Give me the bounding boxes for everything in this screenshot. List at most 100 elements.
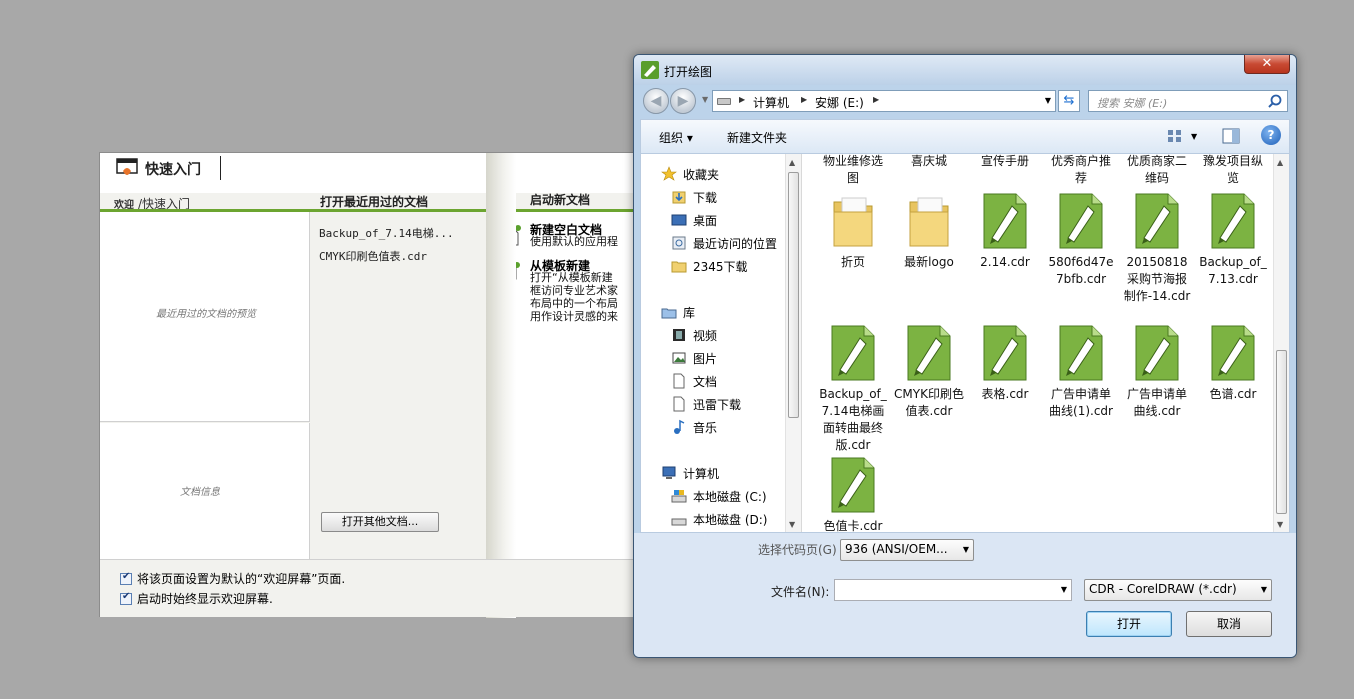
scroll-down-icon[interactable]: ▼ xyxy=(1277,520,1283,529)
close-button[interactable]: ✕ xyxy=(1244,55,1290,74)
refresh-button[interactable]: ⇆ xyxy=(1058,90,1080,112)
navigation-pane: 收藏夹 下载 桌面 最近访问的位置 2345下载 库 视频 图片 文档 迅雷下载… xyxy=(641,154,785,532)
new-document-panel: 新建空白文档 使用默认的应用程 从模板新建 打开“从模板新建 框访问专业艺术家 … xyxy=(516,212,640,559)
nav-item-pictures[interactable]: 图片 xyxy=(671,348,717,368)
breadcrumb-arrow-icon[interactable]: ▶ xyxy=(739,95,745,104)
nav-item-2345-download[interactable]: 2345下载 xyxy=(671,256,748,276)
cdr-file-icon xyxy=(1059,325,1103,381)
view-dropdown-icon[interactable]: ▼ xyxy=(1191,132,1197,141)
recent-file-item[interactable]: CMYK印刷色值表.cdr xyxy=(319,248,427,264)
scroll-up-icon[interactable]: ▲ xyxy=(1277,158,1283,167)
address-computer[interactable]: 计算机 xyxy=(753,94,789,111)
star-icon xyxy=(661,166,677,181)
nav-libraries[interactable]: 库 xyxy=(661,302,695,322)
nav-item-drive-c[interactable]: 本地磁盘 (C:) xyxy=(671,486,767,506)
always-show-label: 启动时始终显示欢迎屏幕. xyxy=(137,592,273,606)
cancel-button[interactable]: 取消 xyxy=(1186,611,1272,637)
scroll-up-icon[interactable]: ▲ xyxy=(789,158,795,167)
drive-icon xyxy=(671,518,687,526)
address-drive-e[interactable]: 安娜 (E:) xyxy=(815,94,864,111)
scroll-down-icon[interactable]: ▼ xyxy=(789,520,795,529)
folder-item[interactable]: 最新logo xyxy=(894,192,964,271)
nav-item-documents[interactable]: 文档 xyxy=(671,371,717,391)
address-bar[interactable]: ▶ 计算机 ▶ 安娜 (E:) ▶ ▼ xyxy=(712,90,1056,112)
nav-item-desktop[interactable]: 桌面 xyxy=(671,210,717,230)
docinfo-placeholder: 文档信息 xyxy=(180,487,220,498)
video-icon xyxy=(673,329,685,341)
navigation-bar: ◀ ▶ ▼ ▶ 计算机 ▶ 安娜 (E:) ▶ ▼ ⇆ 搜索 安娜 (E:) xyxy=(634,85,1296,117)
scrollbar-thumb[interactable] xyxy=(788,172,799,418)
navigation-scrollbar[interactable]: ▲ ▼ xyxy=(785,154,801,532)
cdr-file-item[interactable]: 广告申请单曲线.cdr xyxy=(1122,324,1192,420)
open-button[interactable]: 打开 xyxy=(1086,611,1172,637)
cdr-file-item[interactable]: 色谱.cdr xyxy=(1198,324,1268,403)
organize-menu[interactable]: 组织 ▾ xyxy=(659,129,693,146)
preview-pane-icon[interactable] xyxy=(1221,126,1241,146)
nav-item-drive-d[interactable]: 本地磁盘 (D:) xyxy=(671,509,767,529)
forward-button[interactable]: ▶ xyxy=(670,88,696,114)
help-icon[interactable]: ? xyxy=(1261,125,1281,145)
nav-item-videos[interactable]: 视频 xyxy=(671,325,717,345)
nav-item-label: 桌面 xyxy=(693,213,718,228)
back-button[interactable]: ◀ xyxy=(643,88,669,114)
nav-item-label: 视频 xyxy=(693,328,718,343)
folder-icon xyxy=(833,197,873,247)
file-item[interactable]: 优质商家二维码 xyxy=(1122,154,1192,187)
new-folder-button[interactable]: 新建文件夹 xyxy=(727,129,787,146)
nav-item-thunder-download[interactable]: 迅雷下载 xyxy=(671,394,741,414)
default-page-checkbox[interactable] xyxy=(120,571,132,585)
always-show-checkbox[interactable] xyxy=(120,591,132,605)
nav-item-downloads[interactable]: 下载 xyxy=(671,187,717,207)
file-item[interactable]: 喜庆城 xyxy=(894,154,964,170)
scrollbar-thumb[interactable] xyxy=(1276,350,1287,514)
default-page-option[interactable]: 将该页面设置为默认的“欢迎屏幕”页面. xyxy=(120,570,345,587)
file-list-scrollbar[interactable]: ▲ ▼ xyxy=(1273,154,1289,532)
folder-icon xyxy=(671,261,687,273)
file-item[interactable]: 物业维修选图 xyxy=(818,154,888,187)
filename-input[interactable]: ▼ xyxy=(834,579,1072,601)
cdr-file-icon xyxy=(1059,193,1103,249)
file-item[interactable]: 豫发项目纵览 xyxy=(1198,154,1268,187)
cdr-file-item[interactable]: 广告申请单曲线(1).cdr xyxy=(1046,324,1116,420)
title-separator xyxy=(220,156,221,180)
folder-item[interactable]: 折页 xyxy=(818,192,888,271)
cdr-file-item[interactable]: 色值卡.cdr xyxy=(818,456,888,532)
address-dropdown-icon[interactable]: ▼ xyxy=(1045,96,1051,105)
cdr-file-icon xyxy=(1211,325,1255,381)
recent-pages-dropdown[interactable]: ▼ xyxy=(702,95,708,104)
page-fold xyxy=(486,153,516,618)
view-options-icon[interactable] xyxy=(1165,126,1185,146)
cdr-file-item[interactable]: 表格.cdr xyxy=(970,324,1040,403)
cdr-file-item[interactable]: Backup_of_7.13.cdr xyxy=(1198,192,1268,288)
filetype-select[interactable]: CDR - CorelDRAW (*.cdr) ▼ xyxy=(1084,579,1272,601)
nav-item-music[interactable]: 音乐 xyxy=(671,417,717,437)
cdr-file-item[interactable]: 20150818采购节海报制作-14.cdr xyxy=(1122,192,1192,305)
pictures-icon xyxy=(672,352,686,364)
file-item[interactable]: 优秀商户推荐 xyxy=(1046,154,1116,187)
dialog-body: 收藏夹 下载 桌面 最近访问的位置 2345下载 库 视频 图片 文档 迅雷下载… xyxy=(640,153,1290,533)
file-item[interactable]: 宣传手册 xyxy=(970,154,1040,170)
open-other-button[interactable]: 打开其他文档... xyxy=(321,512,439,532)
breadcrumb-arrow-icon[interactable]: ▶ xyxy=(801,95,807,104)
search-placeholder: 搜索 安娜 (E:) xyxy=(1097,97,1168,110)
breadcrumb-arrow-icon[interactable]: ▶ xyxy=(873,95,879,104)
cdr-file-item[interactable]: CMYK印刷色值表.cdr xyxy=(894,324,964,420)
filename-label: 文件名(N): xyxy=(771,585,830,599)
nav-item-recent-places[interactable]: 最近访问的位置 xyxy=(671,233,777,253)
chevron-down-icon[interactable]: ▼ xyxy=(1061,585,1067,594)
chevron-down-icon: ▼ xyxy=(962,545,969,554)
cdr-file-item[interactable]: 2.14.cdr xyxy=(970,192,1040,271)
cdr-file-item[interactable]: Backup_of_7.14电梯画面转曲最终版.cdr xyxy=(818,324,888,454)
search-box[interactable]: 搜索 安娜 (E:) xyxy=(1088,90,1288,112)
nav-item-label: 本地磁盘 (C:) xyxy=(693,489,767,504)
always-show-option[interactable]: 启动时始终显示欢迎屏幕. xyxy=(120,590,273,607)
recent-file-item[interactable]: Backup_of_7.14电梯... xyxy=(319,225,454,241)
codepage-select[interactable]: 936 (ANSI/OEM... ▼ xyxy=(840,539,974,561)
open-drawing-dialog: 打开绘图 ✕ ◀ ▶ ▼ ▶ 计算机 ▶ 安娜 (E:) ▶ ▼ ⇆ 搜索 安娜… xyxy=(633,54,1297,658)
nav-computer[interactable]: 计算机 xyxy=(661,463,719,483)
dialog-titlebar[interactable]: 打开绘图 ✕ xyxy=(634,55,1296,85)
search-icon[interactable] xyxy=(1267,93,1283,109)
cdr-file-item[interactable]: 580f6d47e7bfb.cdr xyxy=(1046,192,1116,288)
cdr-file-icon xyxy=(907,325,951,381)
nav-favorites[interactable]: 收藏夹 xyxy=(661,164,719,184)
